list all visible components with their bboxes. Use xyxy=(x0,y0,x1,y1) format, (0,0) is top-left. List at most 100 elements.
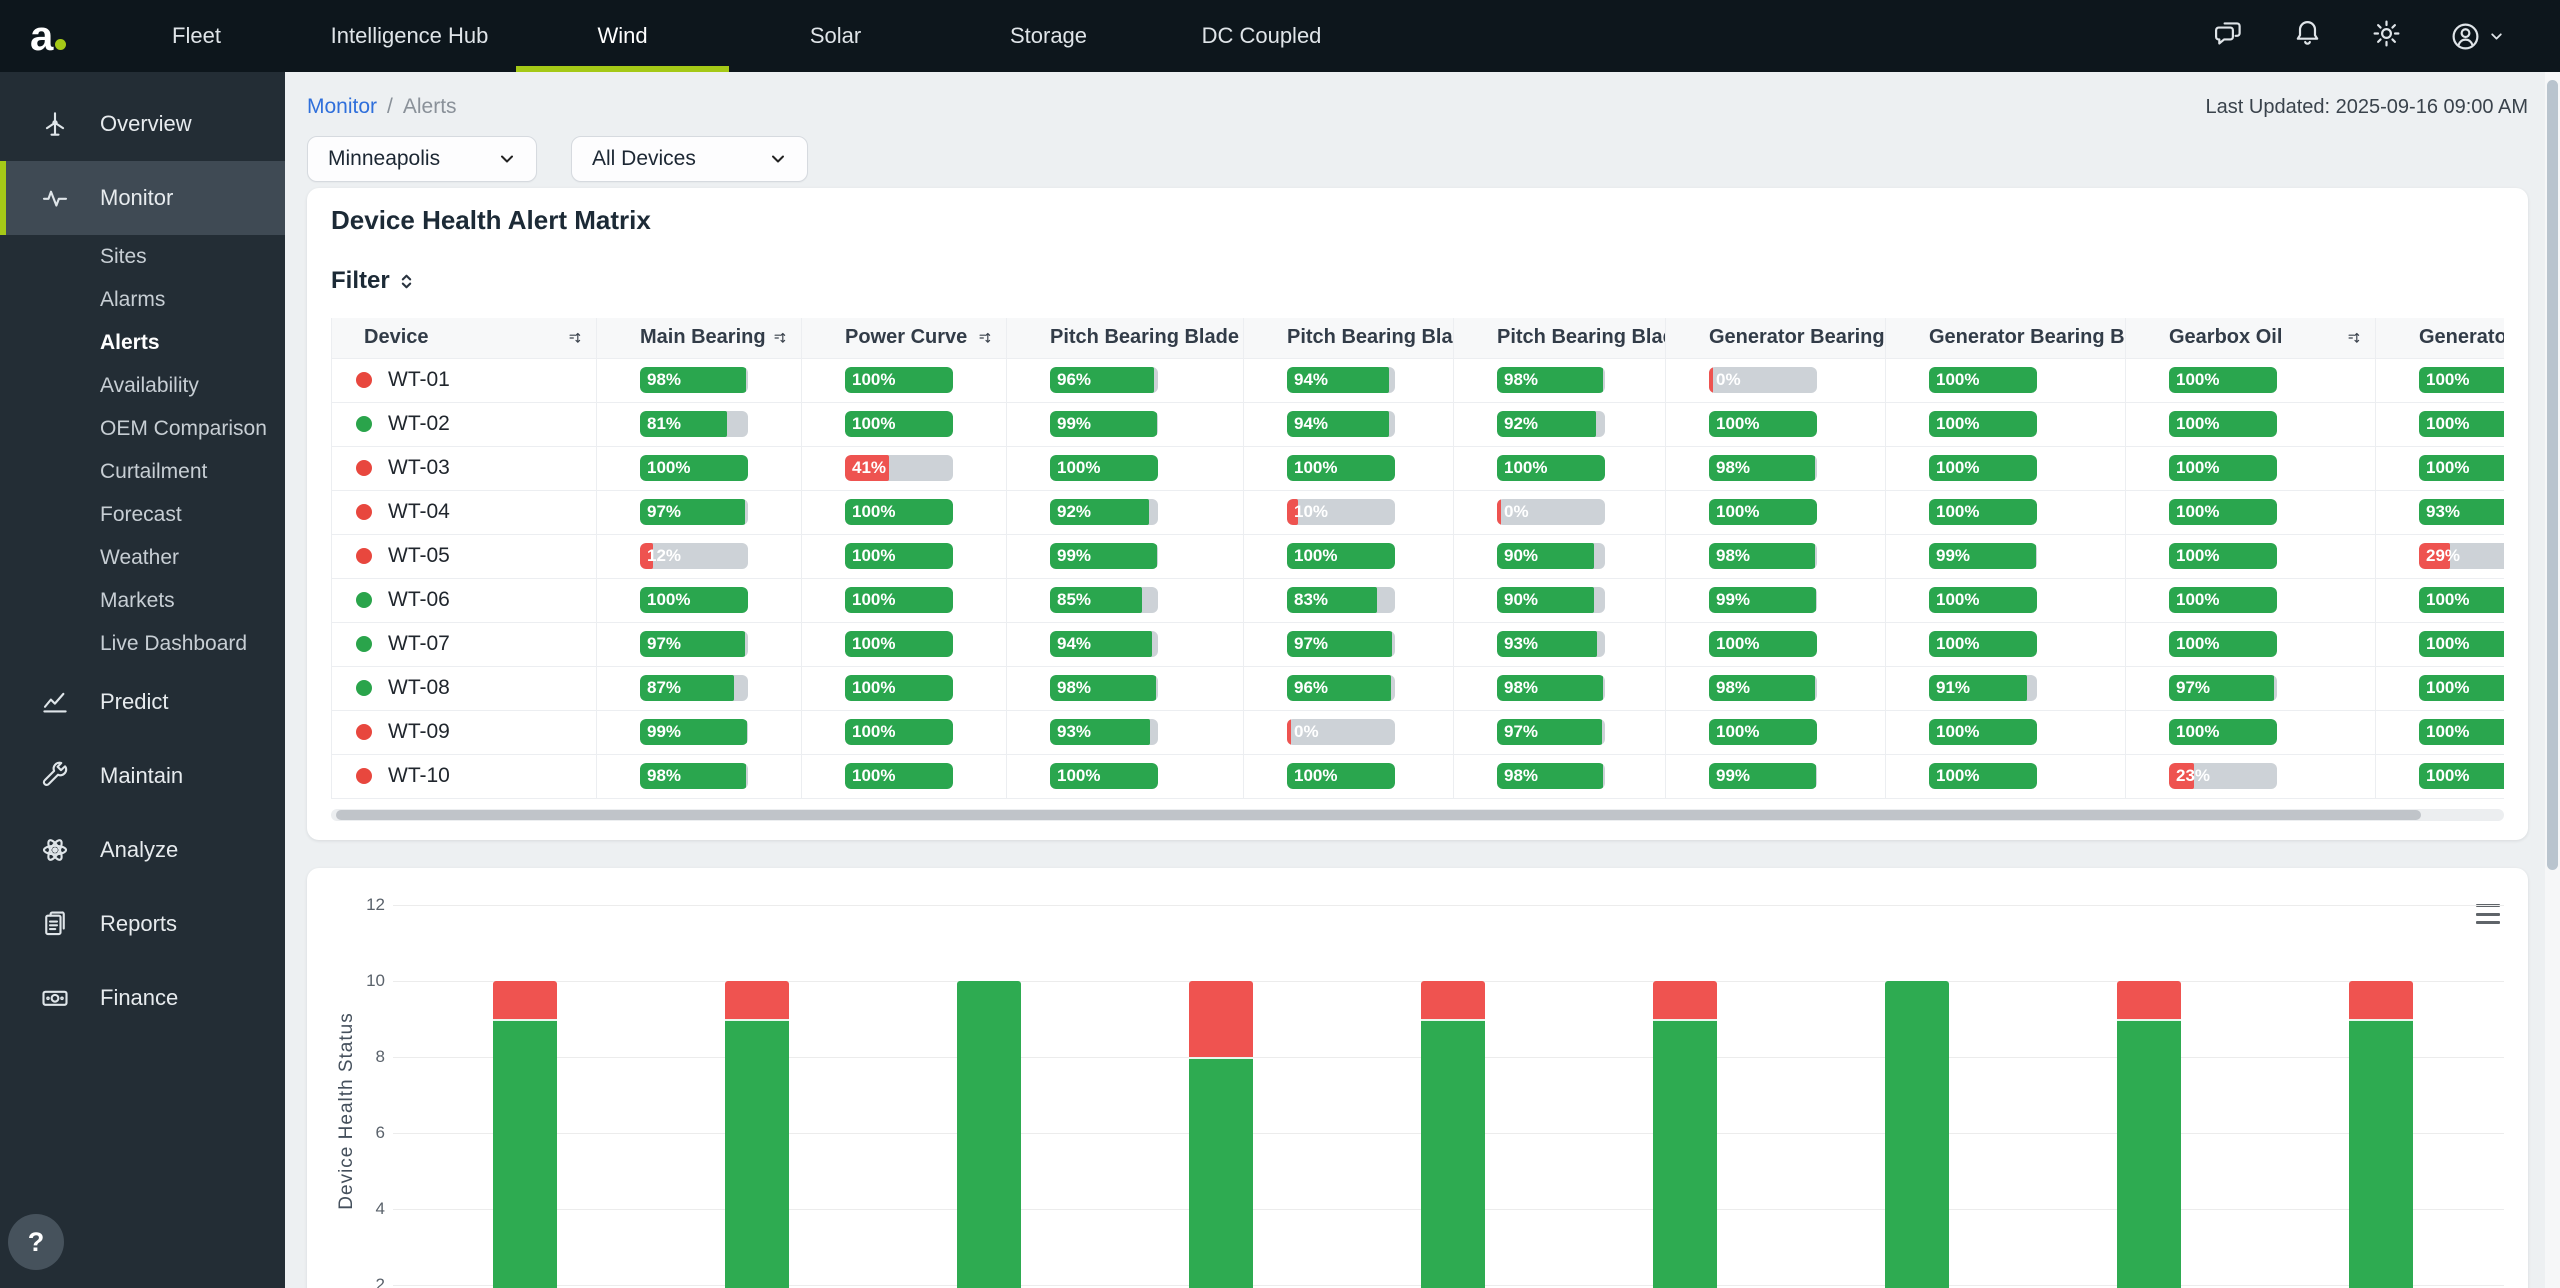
health-bar: 0% xyxy=(1709,367,1817,393)
sidebar-item-finance[interactable]: Finance xyxy=(0,961,285,1035)
table-row-wt-06[interactable]: WT-06100%100%85%83%90%99%100%100%100% xyxy=(332,578,2505,622)
sidebar-subitem-availability[interactable]: Availability xyxy=(0,364,285,407)
page-scrollbar-thumb[interactable] xyxy=(2547,80,2558,870)
table-row-wt-05[interactable]: WT-0512%100%99%100%90%98%99%100%29% xyxy=(332,534,2505,578)
chart-bar[interactable] xyxy=(2349,981,2413,1288)
health-bar-value: 98% xyxy=(1504,763,1538,789)
nav-tab-fleet[interactable]: Fleet xyxy=(90,0,303,72)
sidebar-subitem-live-dashboard[interactable]: Live Dashboard xyxy=(0,622,285,665)
chart-bar[interactable] xyxy=(1885,981,1949,1288)
sort-icon[interactable] xyxy=(2341,328,2361,348)
column-header-label: Pitch Bearing Blade 2 xyxy=(1287,326,1453,349)
metric-cell: 100% xyxy=(2126,446,2376,490)
table-row-wt-09[interactable]: WT-0999%100%93%0%97%100%100%100%100% xyxy=(332,710,2505,754)
metric-cell: 93% xyxy=(1007,710,1244,754)
chart-bar[interactable] xyxy=(1653,981,1717,1288)
metric-cell: 85% xyxy=(1007,578,1244,622)
sidebar-item-maintain[interactable]: Maintain xyxy=(0,739,285,813)
health-bar-value: 100% xyxy=(2426,763,2469,789)
table-row-wt-10[interactable]: WT-1098%100%100%100%98%99%100%23%100% xyxy=(332,754,2505,798)
health-bar: 96% xyxy=(1287,675,1395,701)
nav-tab-dc-coupled[interactable]: DC Coupled xyxy=(1155,0,1368,72)
column-header-inner: Generator Bearing A xyxy=(1666,326,1885,349)
health-bar-value: 100% xyxy=(2176,411,2219,437)
table-row-wt-04[interactable]: WT-0497%100%92%10%0%100%100%100%93% xyxy=(332,490,2505,534)
sidebar-item-label: Overview xyxy=(100,111,192,137)
health-bar-value: 98% xyxy=(1504,675,1538,701)
health-bar-value: 100% xyxy=(852,587,895,613)
sidebar-item-reports[interactable]: Reports xyxy=(0,887,285,961)
column-header-power-curve: Power Curve xyxy=(802,318,1007,358)
sidebar-subitem-weather[interactable]: Weather xyxy=(0,536,285,579)
status-dot-green xyxy=(356,680,372,696)
metric-cell: 100% xyxy=(802,490,1007,534)
chart-bar[interactable] xyxy=(1421,981,1485,1288)
sidebar-subitem-markets[interactable]: Markets xyxy=(0,579,285,622)
chart-bar[interactable] xyxy=(2117,981,2181,1288)
device-cell: WT-10 xyxy=(332,754,597,798)
sidebar-item-label: Monitor xyxy=(100,185,173,211)
user-menu[interactable] xyxy=(2450,21,2504,52)
bell-button[interactable] xyxy=(2292,21,2323,52)
device-select[interactable]: All Devices xyxy=(571,136,808,182)
device-name: WT-02 xyxy=(388,412,450,436)
health-bar: 99% xyxy=(1709,763,1817,789)
metric-cell: 100% xyxy=(1886,446,2126,490)
metric-cell: 100% xyxy=(2376,666,2505,710)
column-header-inner: Power Curve xyxy=(802,326,1006,349)
health-bar: 92% xyxy=(1497,411,1605,437)
health-bar-value: 97% xyxy=(1294,631,1328,657)
nav-tab-solar[interactable]: Solar xyxy=(729,0,942,72)
table-row-wt-02[interactable]: WT-0281%100%99%94%92%100%100%100%100% xyxy=(332,402,2505,446)
column-header-inner: Generator W xyxy=(2376,326,2504,349)
chart-context-menu-icon[interactable] xyxy=(2476,904,2500,924)
health-bar-value: 99% xyxy=(1057,543,1091,569)
sort-icon[interactable] xyxy=(972,328,992,348)
sidebar-subitem-forecast[interactable]: Forecast xyxy=(0,493,285,536)
sidebar-item-monitor[interactable]: Monitor xyxy=(0,161,285,235)
breadcrumb-link-monitor[interactable]: Monitor xyxy=(307,95,377,119)
health-bar: 100% xyxy=(845,587,953,613)
gear-button[interactable] xyxy=(2371,21,2402,52)
nav-tab-intelligence-hub[interactable]: Intelligence Hub xyxy=(303,0,516,72)
nav-tab-wind[interactable]: Wind xyxy=(516,0,729,72)
column-header-label: Main Bearing xyxy=(640,326,766,349)
sidebar-subitem-alerts[interactable]: Alerts xyxy=(0,321,285,364)
sidebar-item-analyze[interactable]: Analyze xyxy=(0,813,285,887)
sort-icon[interactable] xyxy=(562,328,582,348)
sidebar-item-predict[interactable]: Predict xyxy=(0,665,285,739)
help-button[interactable]: ? xyxy=(8,1214,64,1270)
sidebar-subitem-sites[interactable]: Sites xyxy=(0,235,285,278)
health-bar-value: 96% xyxy=(1057,367,1091,393)
chat-button[interactable] xyxy=(2213,21,2244,52)
table-row-wt-01[interactable]: WT-0198%100%96%94%98%0%100%100%100% xyxy=(332,358,2505,402)
health-bar: 100% xyxy=(2419,631,2504,657)
sort-icon[interactable] xyxy=(767,328,787,348)
sidebar-subitem-curtailment[interactable]: Curtailment xyxy=(0,450,285,493)
nav-tab-storage[interactable]: Storage xyxy=(942,0,1155,72)
table-row-wt-07[interactable]: WT-0797%100%94%97%93%100%100%100%100% xyxy=(332,622,2505,666)
chart-bar[interactable] xyxy=(493,981,557,1288)
metric-cell: 97% xyxy=(597,490,802,534)
chart-bar[interactable] xyxy=(1189,981,1253,1288)
health-bar: 100% xyxy=(845,763,953,789)
metric-cell: 97% xyxy=(597,622,802,666)
column-header-label: Pitch Bearing Blade 1 xyxy=(1050,326,1243,349)
status-dot-green xyxy=(356,416,372,432)
chart-bar[interactable] xyxy=(725,981,789,1288)
table-row-wt-08[interactable]: WT-0887%100%98%96%98%98%91%97%100% xyxy=(332,666,2505,710)
matrix-filter-toggle[interactable]: Filter xyxy=(331,266,441,296)
chart-bar[interactable] xyxy=(957,981,1021,1288)
metric-cell: 12% xyxy=(597,534,802,578)
sidebar-subitem-oem-comparison[interactable]: OEM Comparison xyxy=(0,407,285,450)
table-row-wt-03[interactable]: WT-03100%41%100%100%100%98%100%100%100% xyxy=(332,446,2505,490)
sidebar-subitem-alarms[interactable]: Alarms xyxy=(0,278,285,321)
site-select[interactable]: Minneapolis xyxy=(307,136,537,182)
chart-bar-healthy-segment xyxy=(1421,1019,1485,1288)
sidebar-item-overview[interactable]: Overview xyxy=(0,87,285,161)
metric-cell: 100% xyxy=(2126,622,2376,666)
app-logo[interactable]: a xyxy=(0,0,90,72)
chat-icon xyxy=(2213,18,2244,54)
metric-cell: 100% xyxy=(802,402,1007,446)
horizontal-scrollbar-thumb[interactable] xyxy=(336,810,2421,820)
